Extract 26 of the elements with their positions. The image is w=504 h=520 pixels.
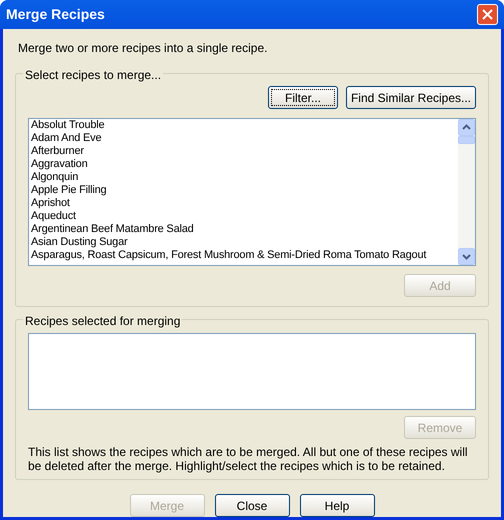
close-icon <box>482 9 493 20</box>
list-item[interactable]: Aqueduct <box>31 210 458 223</box>
intro-text: Merge two or more recipes into a single recipe. <box>17 40 268 57</box>
help-button[interactable]: Help <box>300 494 374 517</box>
close-button[interactable] <box>477 4 498 25</box>
list-item[interactable]: Algonquin <box>31 171 458 184</box>
find-similar-button[interactable]: Find Similar Recipes... <box>346 86 476 109</box>
scroll-thumb[interactable] <box>458 136 475 144</box>
list-item[interactable]: Aggravation <box>31 158 458 171</box>
list-item[interactable]: Aprishot <box>31 197 458 210</box>
list-item[interactable]: Apple Pie Filling <box>31 184 458 197</box>
window-title: Merge Recipes <box>6 5 105 24</box>
merge-list[interactable] <box>28 333 476 410</box>
list-item[interactable]: Absolut Trouble <box>31 119 458 132</box>
list-item[interactable]: Argentinean Beef Matambre Salad <box>31 223 458 236</box>
list-item[interactable]: Adam And Eve <box>31 132 458 145</box>
list-item[interactable]: Asian Dusting Sugar <box>31 236 458 249</box>
scroll-down-icon <box>458 248 475 265</box>
list-item[interactable]: Afterburner <box>31 145 458 158</box>
list-item[interactable]: Asparagus, Roast Capsicum, Forest Mushroom & Semi-Dried Roma Tomato Ragout <box>31 249 458 262</box>
recipe-list[interactable] <box>28 118 476 266</box>
close-button[interactable]: Close <box>214 494 290 517</box>
scroll-up-icon <box>458 119 475 136</box>
note-text: This list shows the recipes which are to be merged. All but one of these recipes will be deleted after the merge. Highlight/select the recipes which is to be retained. <box>28 445 469 473</box>
scrollbar[interactable] <box>458 119 475 265</box>
filter-button[interactable]: Filter... <box>268 86 338 109</box>
